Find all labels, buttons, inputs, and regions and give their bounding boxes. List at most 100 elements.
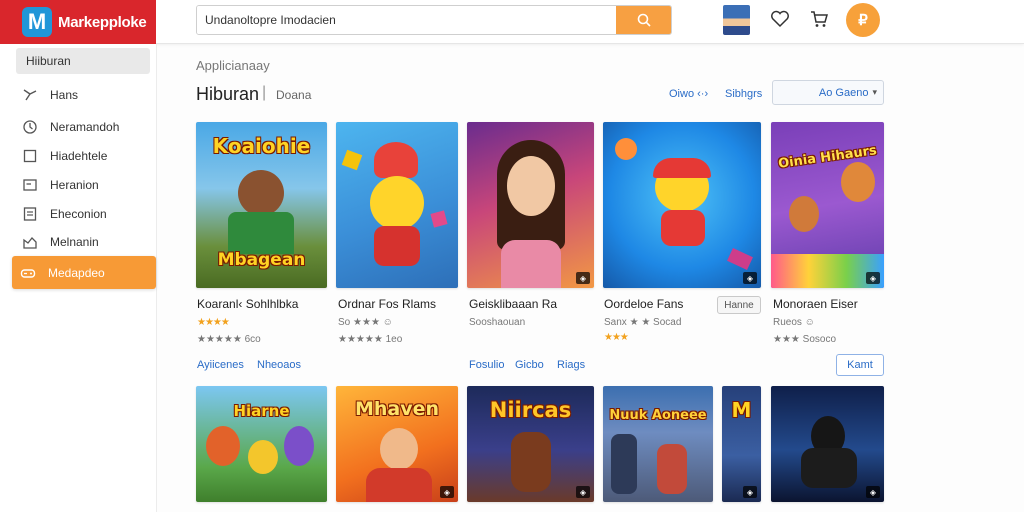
character-art	[238, 170, 284, 216]
sidebar-item-label: Hans	[50, 88, 79, 102]
face-art	[380, 428, 418, 470]
cart-button[interactable]	[808, 8, 830, 30]
game-meta-top: Rueos ☺	[773, 317, 815, 328]
game-title[interactable]: Ordnar Fos Rlams	[338, 297, 436, 311]
sort-select[interactable]: Ao Gaeno ▾	[772, 80, 884, 105]
character-art	[611, 434, 637, 494]
list-icon	[20, 204, 40, 224]
sidebar-item-heranion[interactable]: Heranion	[14, 172, 148, 198]
page-title: Hiburan	[196, 84, 260, 104]
sidebar-item-eheconion[interactable]: Eheconion	[14, 201, 148, 227]
video-badge: ◈	[440, 486, 454, 498]
breadcrumb[interactable]: Applicianaay	[196, 58, 270, 73]
sidebar-item-label: Neramandoh	[50, 120, 120, 134]
game-thumbnail[interactable]: Koaiohie Mbagean	[196, 122, 327, 288]
sidebar-item-hans[interactable]: Hans	[14, 82, 148, 108]
video-badge: ◈	[743, 272, 757, 284]
character-art	[248, 440, 278, 474]
kamt-button-label: Kamt	[847, 359, 873, 371]
game-meta-top: Sooshaouan	[469, 317, 526, 328]
sidebar-item-label: Melnanin	[50, 235, 99, 249]
category-link[interactable]: Riags	[557, 359, 585, 371]
brand[interactable]: M Markepploke	[0, 0, 156, 44]
brand-logo: M	[22, 7, 52, 37]
hanne-button-label: Hanne	[724, 299, 754, 311]
search-button[interactable]	[616, 6, 671, 34]
character-art	[789, 196, 819, 232]
game-art-subtitle: Mbagean	[217, 250, 306, 270]
game-thumbnail[interactable]: Hiarne	[196, 386, 327, 502]
hanne-button[interactable]: Hanne	[717, 296, 761, 314]
balloon-art	[615, 138, 637, 160]
game-art-title: Mhaven	[354, 398, 440, 420]
game-thumbnail[interactable]: Oinia Hihaurs ◈	[771, 122, 884, 288]
game-art-title: Niircas	[489, 398, 572, 422]
heart-icon	[771, 10, 789, 28]
category-link[interactable]: Gicbo	[515, 359, 544, 371]
filter-link-label: Oiwo	[669, 88, 695, 100]
top-bar: M Markepploke ₽	[0, 0, 1024, 44]
character-art	[841, 162, 875, 202]
block-art	[341, 149, 363, 171]
game-art-title: Nuuk Aoneee	[609, 408, 707, 423]
character-body-art	[801, 448, 857, 488]
character-body-art	[661, 210, 705, 246]
sidebar-item-hiiburan[interactable]: Hiiburan	[16, 48, 150, 74]
video-badge: ◈	[576, 486, 590, 498]
sidebar-item-label: Heranion	[50, 178, 99, 192]
game-thumbnail[interactable]: Niircas ◈	[467, 386, 594, 502]
character-art	[370, 176, 424, 230]
game-title[interactable]: Geisklibaaan Ra	[469, 297, 557, 311]
sidebar: Hiiburan Hans Neramandoh Hiadehtele Hera…	[0, 44, 157, 512]
game-art-title: Koaiohie	[212, 134, 311, 158]
square-icon	[20, 146, 40, 166]
character-body-art	[374, 226, 420, 266]
character-body-art	[228, 212, 294, 254]
game-meta: ★★★ Sosoco	[773, 334, 837, 345]
sidebar-item-label: Eheconion	[50, 207, 107, 221]
coin-balance-button[interactable]: ₽	[846, 3, 880, 37]
game-meta-top: Sanx ★ ★ Socad	[604, 317, 682, 328]
search-bar	[196, 5, 672, 35]
game-rating: ★★★	[604, 332, 629, 343]
character-art	[511, 432, 551, 492]
game-thumbnail[interactable]: ◈	[467, 122, 594, 288]
game-thumbnail[interactable]	[336, 122, 458, 288]
page-subtitle: Doana	[276, 88, 312, 102]
game-thumbnail[interactable]: Mhaven ◈	[336, 386, 458, 502]
kamt-button[interactable]: Kamt	[836, 354, 884, 376]
game-rating: ★★★★	[197, 317, 230, 328]
avatar[interactable]	[723, 5, 750, 35]
game-meta: ★★★★★ 1eo	[338, 334, 403, 345]
sidebar-item-neramandoh[interactable]: Neramandoh	[14, 114, 148, 140]
game-title[interactable]: Koaranl‹ Sohlhlbka	[197, 297, 298, 311]
category-link[interactable]: Ayiicenes	[197, 359, 244, 371]
sidebar-item-label: Medapdeo	[48, 265, 105, 280]
category-link[interactable]: Fosulio	[469, 359, 504, 371]
game-title[interactable]: Oordeloe Fans	[604, 297, 683, 311]
game-title[interactable]: Monoraen Eiser	[773, 297, 858, 311]
sidebar-item-medapdeo[interactable]: Medapdeo	[12, 256, 156, 289]
shirt-art	[501, 240, 561, 288]
game-thumbnail[interactable]: ◈	[771, 386, 884, 502]
search-icon	[637, 13, 651, 27]
shirt-art	[366, 468, 432, 502]
brand-name: Markepploke	[58, 13, 147, 31]
view-link[interactable]: Sibhgrs	[725, 88, 762, 100]
filter-link[interactable]: Oiwo ‹·›	[669, 88, 708, 100]
game-meta: ★★★★★ 6co	[197, 334, 261, 345]
sidebar-item-melnanin[interactable]: Melnanin	[14, 229, 148, 255]
clock-icon	[20, 117, 40, 137]
search-input[interactable]	[197, 6, 616, 34]
block-art	[430, 210, 448, 228]
game-thumbnail[interactable]: Nuuk Aoneee	[603, 386, 713, 502]
game-thumbnail[interactable]: ◈	[603, 122, 761, 288]
wishlist-button[interactable]	[769, 8, 791, 30]
sparkle-icon	[20, 85, 40, 105]
video-badge: ◈	[743, 486, 757, 498]
sidebar-item-label: Hiadehtele	[50, 149, 108, 163]
hat-art	[653, 158, 711, 178]
game-thumbnail[interactable]: M ◈	[722, 386, 761, 502]
category-link[interactable]: Nheoaos	[257, 359, 301, 371]
sidebar-item-hiadehtele[interactable]: Hiadehtele	[14, 143, 148, 169]
